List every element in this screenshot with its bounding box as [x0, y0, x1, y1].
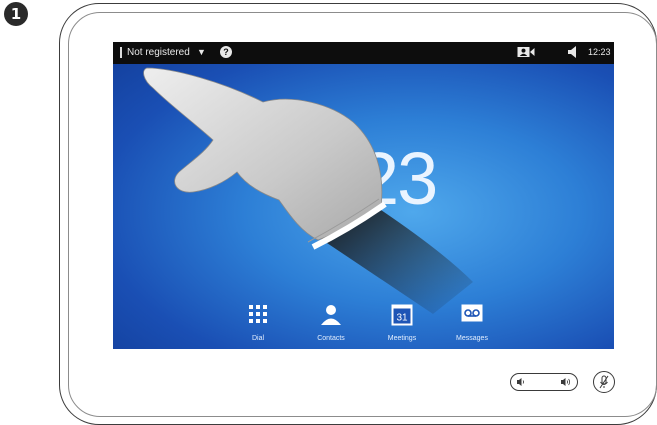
- volume-rocker[interactable]: [510, 373, 578, 391]
- microphone-mute-button[interactable]: [593, 371, 615, 393]
- dial-label: Dial: [251, 335, 265, 342]
- contacts-label: Contacts: [317, 335, 345, 342]
- calendar-icon: 31: [391, 304, 413, 326]
- person-icon: [321, 305, 341, 325]
- messages-button[interactable]: [442, 304, 502, 327]
- dial-button[interactable]: [228, 304, 288, 329]
- step-number-badge: 1: [4, 2, 28, 26]
- meetings-button[interactable]: 31: [372, 304, 432, 331]
- messages-label: Messages: [456, 335, 488, 342]
- calendar-day: 31: [396, 313, 408, 324]
- contacts-button[interactable]: [301, 304, 361, 331]
- volume-up-icon[interactable]: [561, 378, 570, 386]
- volume-down-icon[interactable]: [517, 378, 524, 386]
- microphone-muted-icon: [599, 375, 609, 389]
- touch-screen: Not registered ▼ ? 12:23 23 Dial Contact…: [113, 42, 614, 349]
- pointing-hand-illustration: [143, 67, 473, 314]
- keypad-icon: [249, 305, 267, 323]
- voicemail-icon: [461, 304, 483, 322]
- meetings-label: Meetings: [387, 335, 417, 342]
